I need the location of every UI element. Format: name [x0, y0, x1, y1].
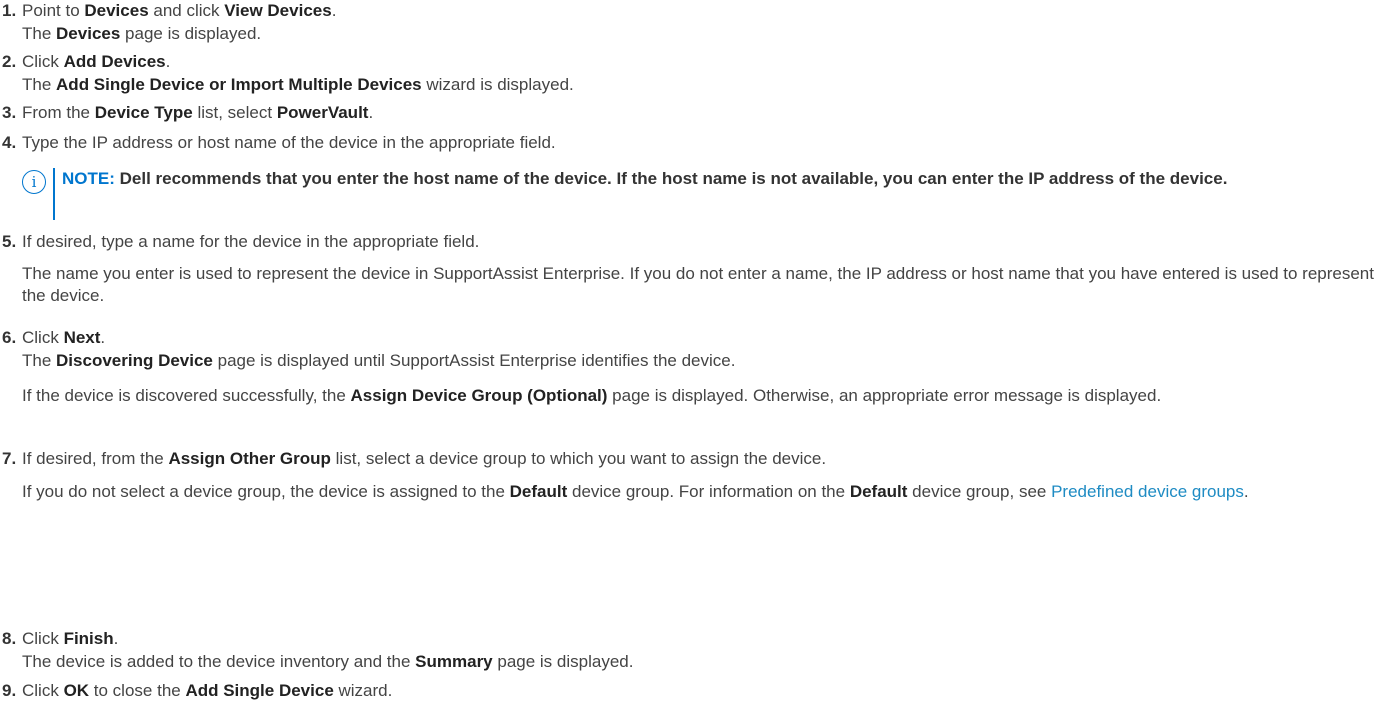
step-text: Click Finish. — [22, 629, 119, 648]
step-number: 4. — [2, 133, 17, 152]
step-text: From the Device Type list, select PowerV… — [22, 103, 374, 122]
step-number: 2. — [2, 52, 17, 71]
step-detail: The name you enter is used to represent … — [22, 264, 1374, 305]
step-result: The device is added to the device invent… — [22, 652, 634, 671]
step-result: The Add Single Device or Import Multiple… — [22, 75, 574, 94]
step-number: 6. — [2, 328, 17, 347]
step-number: 5. — [2, 232, 17, 251]
note-text: NOTE: Dell recommends that you enter the… — [62, 169, 1228, 188]
step-text: Click Next. — [22, 328, 106, 347]
step-detail: If you do not select a device group, the… — [22, 482, 1249, 501]
step-text: Click OK to close the Add Single Device … — [22, 681, 393, 700]
step-text: Type the IP address or host name of the … — [22, 133, 556, 152]
step-number: 3. — [2, 103, 17, 122]
step-number: 8. — [2, 629, 17, 648]
step-result: The Devices page is displayed. — [22, 24, 262, 43]
step-detail: If the device is discovered successfully… — [22, 386, 1162, 405]
step-text: Point to Devices and click View Devices. — [22, 1, 337, 20]
note-callout: i NOTE: Dell recommends that you enter t… — [22, 164, 1392, 222]
document-page: 1. Point to Devices and click View Devic… — [0, 0, 1395, 712]
step-text: If desired, from the Assign Other Group … — [22, 449, 827, 468]
step-number: 7. — [2, 449, 17, 468]
step-text: Click Add Devices. — [22, 52, 171, 71]
step-result: The Discovering Device page is displayed… — [22, 351, 736, 370]
predefined-device-groups-link[interactable]: Predefined device groups — [1051, 482, 1244, 501]
step-text: If desired, type a name for the device i… — [22, 232, 480, 251]
info-icon: i — [22, 170, 46, 194]
step-number: 9. — [2, 681, 17, 700]
step-number: 1. — [2, 1, 17, 20]
note-divider — [53, 168, 55, 220]
